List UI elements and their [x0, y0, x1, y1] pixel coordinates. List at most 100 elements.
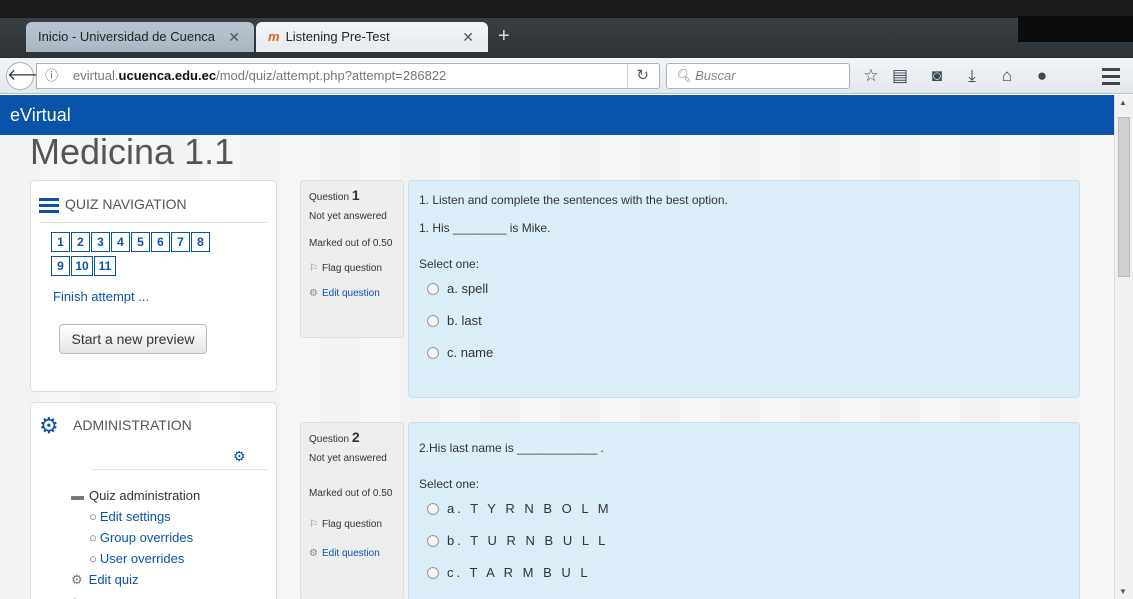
address-bar[interactable]: ⓘ evirtual.ucuenca.edu.ec/mod/quiz/attem…	[36, 63, 660, 89]
question-status: Not yet answered	[309, 453, 387, 464]
answer-option[interactable]: b. last	[419, 313, 1069, 328]
answer-option[interactable]: a. spell	[419, 281, 1069, 296]
question-prompt: 1. His ________ is Mike.	[419, 221, 551, 235]
tab-label: Listening Pre-Test	[285, 29, 390, 44]
question-nav-button[interactable]: 7	[171, 232, 190, 252]
administration-block: ⚙ ADMINISTRATION ⚙ ▬ Quiz administration …	[30, 402, 277, 599]
tab-listening-pre-test[interactable]: m Listening Pre-Test ✕	[256, 22, 488, 52]
tree-item-user-overrides[interactable]: ○ User overrides	[71, 548, 200, 569]
question-content: 1. Listen and complete the sentences wit…	[408, 180, 1080, 398]
block-title: QUIZ NAVIGATION	[39, 195, 187, 216]
circle-bullet-icon: ○	[89, 551, 97, 566]
question-number: Question 1	[309, 187, 360, 203]
tree-item-edit-quiz[interactable]: ⚙ Edit quiz	[71, 569, 200, 590]
quiz-navigation-block: QUIZ NAVIGATION 12345678 9 10 11 Finish at…	[30, 180, 277, 392]
flag-question-link[interactable]: ⚐ Flag question	[309, 518, 395, 531]
question-number: Question 2	[309, 429, 360, 445]
question-info: Question 2 Not yet answered Marked out o…	[300, 422, 404, 599]
pocket-icon[interactable]: ◙	[925, 64, 949, 88]
radio-button[interactable]	[427, 282, 439, 295]
question-marks: Marked out of 0.50	[309, 488, 393, 499]
radio-button[interactable]	[427, 314, 439, 327]
answer-option[interactable]: b. T U R N B U L L	[419, 533, 1069, 548]
flag-icon: ⚐	[309, 519, 318, 530]
question-nav-button[interactable]: 10	[71, 256, 93, 276]
cog-icon: ⚙	[71, 572, 83, 587]
reload-icon[interactable]: ↻	[627, 64, 649, 88]
radio-button[interactable]	[427, 566, 439, 579]
radio-button[interactable]	[427, 502, 439, 515]
question-nav-button[interactable]: 8	[191, 232, 210, 252]
moodle-icon: m	[268, 29, 280, 44]
folder-icon: ▬	[71, 488, 84, 503]
question-marks: Marked out of 0.50	[309, 238, 393, 249]
browser-tab-bar: Inicio - Universidad de Cuenca ✕ m Listen…	[0, 0, 1133, 58]
back-button[interactable]: 🡐	[6, 62, 50, 90]
block-title: ADMINISTRATION	[73, 417, 192, 433]
select-one-label: Select one:	[419, 257, 480, 271]
finish-attempt-link[interactable]: Finish attempt ...	[53, 289, 149, 304]
answer-option[interactable]: a. T Y R N B O L M	[419, 501, 1069, 516]
bookmarks-list-icon[interactable]: ▤	[888, 64, 912, 88]
home-icon[interactable]: ⌂	[995, 64, 1019, 88]
question-status: Not yet answered	[309, 211, 387, 222]
radio-button[interactable]	[427, 346, 439, 359]
question-instruction: 1. Listen and complete the sentences wit…	[419, 193, 728, 207]
question-nav-button[interactable]: 2	[71, 232, 90, 252]
tab-inicio[interactable]: Inicio - Universidad de Cuenca ✕	[26, 22, 254, 52]
scroll-down-icon[interactable]: ▼	[1119, 587, 1127, 596]
answer-option[interactable]: c. T A R M B U L	[419, 565, 1069, 580]
download-icon[interactable]: ⤓	[960, 64, 984, 88]
page-title: Medicina 1.1	[30, 131, 235, 172]
url-text: evirtual.ucuenca.edu.ec/mod/quiz/attempt…	[73, 68, 447, 83]
circle-bullet-icon: ○	[89, 530, 97, 545]
navigation-toolbar: 🡐 ⓘ evirtual.ucuenca.edu.ec/mod/quiz/att…	[0, 58, 1133, 94]
select-one-label: Select one:	[419, 477, 480, 491]
question-content: 2.His last name is ____________ . Select…	[408, 422, 1080, 599]
scroll-up-icon[interactable]: ▲	[1119, 98, 1127, 107]
tab-label: Inicio - Universidad de Cuenca	[38, 29, 216, 44]
start-new-preview-button[interactable]: Start a new preview	[59, 324, 207, 354]
new-tab-button[interactable]: +	[498, 23, 510, 49]
question-prompt: 2.His last name is ____________ .	[419, 441, 604, 455]
block-actions-icon[interactable]: ⚙	[233, 448, 246, 465]
scrollbar-thumb[interactable]	[1118, 117, 1130, 277]
tree-item-group-overrides[interactable]: ○ Group overrides	[71, 527, 200, 548]
vertical-scrollbar[interactable]: ▲ ▼	[1114, 95, 1133, 599]
question-nav-button[interactable]: 5	[131, 232, 150, 252]
question-nav-button[interactable]: 11	[94, 256, 116, 276]
cog-icon: ⚙	[309, 288, 318, 299]
info-icon[interactable]: ⓘ	[45, 64, 58, 88]
window-controls	[1018, 16, 1133, 42]
question-nav-button[interactable]: 3	[91, 232, 110, 252]
question-nav-button[interactable]: 9	[51, 256, 70, 276]
edit-question-link[interactable]: ⚙ Edit question	[309, 287, 395, 300]
flag-icon: ⚐	[309, 263, 318, 274]
radio-button[interactable]	[427, 534, 439, 547]
question-nav-button[interactable]: 6	[151, 232, 170, 252]
flag-question-link[interactable]: ⚐ Flag question	[309, 262, 395, 275]
question-grid: 12345678 9 10 11	[51, 232, 261, 280]
circle-bullet-icon: ○	[89, 509, 97, 524]
gears-icon: ⚙	[39, 413, 59, 438]
page-content: eVirtual Medicina 1.1 QUIZ NAVIGATION 12…	[0, 95, 1114, 599]
bookmark-star-icon[interactable]: ☆	[859, 64, 883, 88]
admin-tree: ▬ Quiz administration ○ Edit settings ○ Gro…	[71, 485, 200, 599]
cog-icon: ⚙	[309, 548, 318, 559]
edit-question-link[interactable]: ⚙ Edit question	[309, 547, 395, 560]
question-nav-button[interactable]: 4	[111, 232, 130, 252]
question-info: Question 1 Not yet answered Marked out o…	[300, 180, 404, 338]
close-tab-icon[interactable]: ✕	[462, 22, 474, 52]
tree-item-quiz-administration[interactable]: ▬ Quiz administration	[71, 485, 200, 506]
menu-button[interactable]	[1096, 64, 1126, 88]
circle-bullet-icon: ○	[71, 590, 200, 599]
site-name[interactable]: eVirtual	[10, 105, 71, 125]
answer-option[interactable]: c. name	[419, 345, 1069, 360]
search-input[interactable]: 🔍︎ Buscar	[666, 63, 850, 89]
chat-icon[interactable]: ●	[1030, 64, 1054, 88]
close-tab-icon[interactable]: ✕	[228, 22, 240, 52]
site-navbar: eVirtual	[0, 95, 1114, 135]
question-nav-button[interactable]: 1	[51, 232, 70, 252]
hamburger-icon	[39, 195, 59, 216]
tree-item-edit-settings[interactable]: ○ Edit settings	[71, 506, 200, 527]
